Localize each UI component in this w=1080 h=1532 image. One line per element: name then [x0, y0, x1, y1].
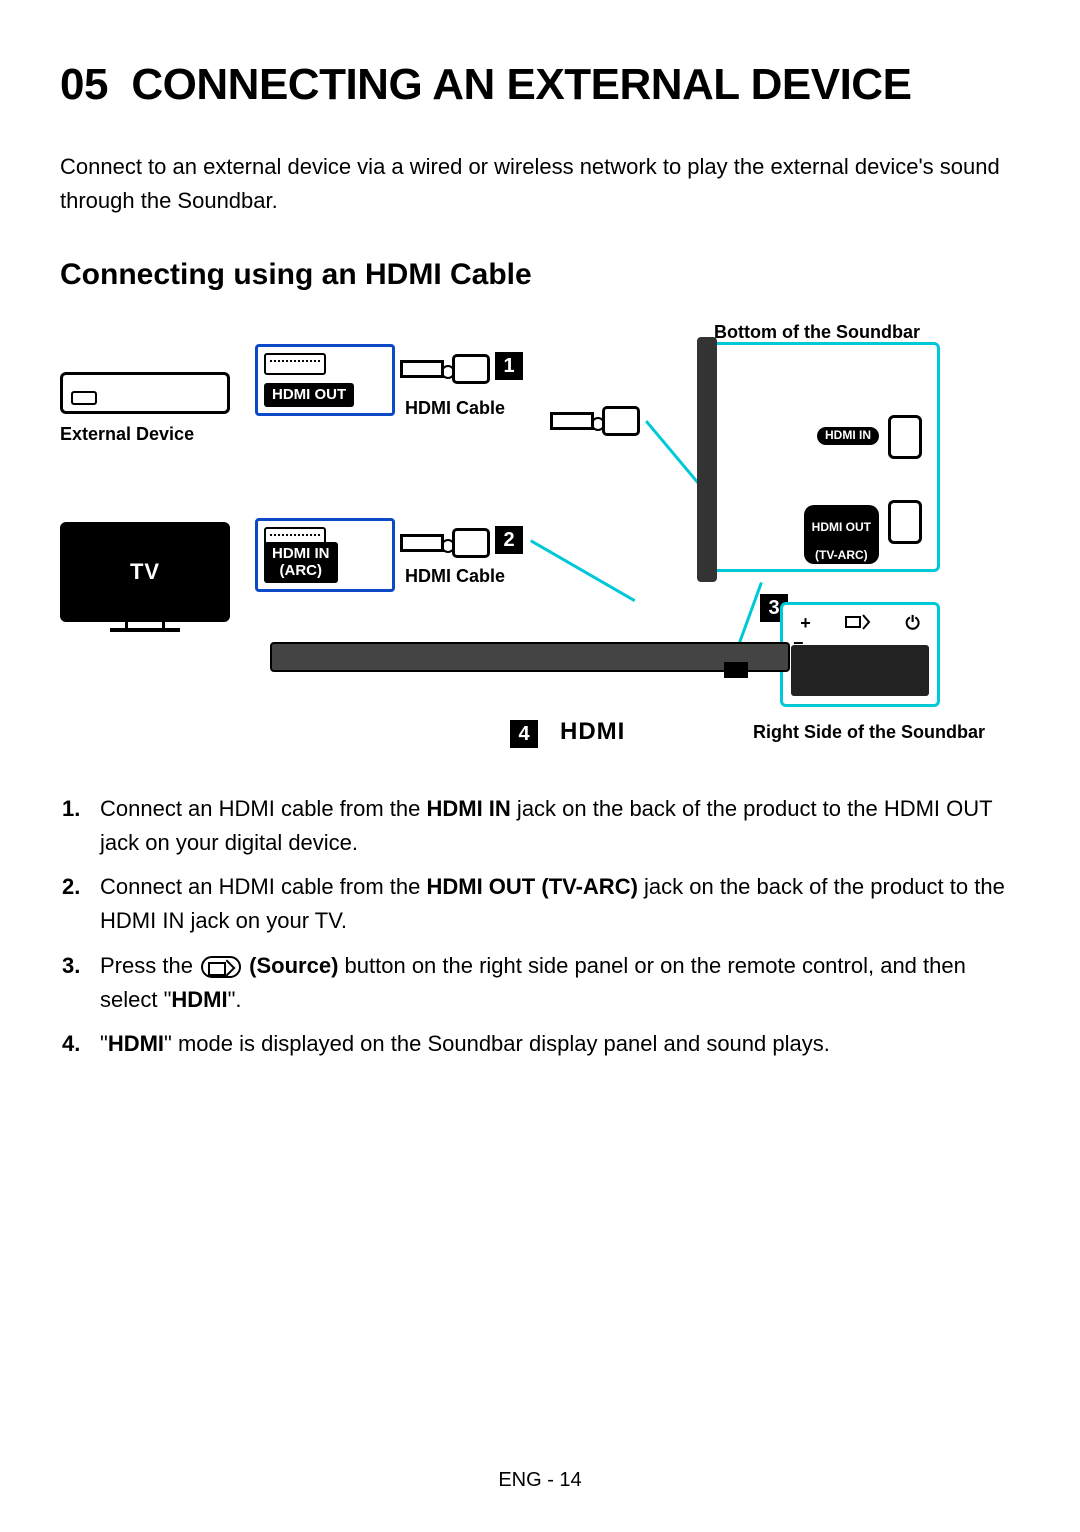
page-footer: ENG - 14 [0, 1469, 1080, 1492]
step-badge-4: 4 [510, 720, 538, 748]
step-2: Connect an HDMI cable from the HDMI OUT … [90, 870, 1020, 938]
hdmi-out-tvarc-port-label: HDMI OUT (TV-ARC) [804, 505, 879, 564]
soundbar-display-icon [724, 662, 748, 678]
soundbar-right-panel: + ⏻ − [780, 602, 940, 707]
hdmi-mode-label: HDMI [560, 718, 625, 746]
source-icon [845, 613, 871, 636]
step-badge-1: 1 [495, 352, 523, 380]
hdmi-plug-icon [264, 353, 326, 375]
hdmi-out-port-box: HDMI OUT [255, 344, 395, 416]
soundbar-body-icon [697, 337, 717, 582]
hdmi-cable-label-2: HDMI Cable [405, 566, 505, 587]
tv: TV [60, 522, 230, 632]
connection-line [736, 582, 763, 649]
section-title: Connecting using an HDMI Cable [60, 258, 1020, 292]
chapter-number: 05 [60, 60, 108, 109]
power-icon: ⏻ [906, 613, 920, 636]
hdmi-out-tvarc-port-icon [888, 500, 922, 544]
hdmi-connector-icon [400, 352, 490, 388]
soundbar-bottom-panel: HDMI IN HDMI OUT (TV-ARC) [710, 342, 940, 572]
external-device-icon [60, 372, 230, 414]
instruction-list: Connect an HDMI cable from the HDMI IN j… [60, 792, 1020, 1061]
soundbar-right-label: Right Side of the Soundbar [753, 722, 985, 743]
hdmi-in-arc-port-box: HDMI IN (ARC) [255, 518, 395, 592]
step-3: Press the (Source) button on the right s… [90, 949, 1020, 1017]
intro-paragraph: Connect to an external device via a wire… [60, 150, 1020, 218]
step-1: Connect an HDMI cable from the HDMI IN j… [90, 792, 1020, 860]
soundbar-side-body-icon [791, 645, 929, 696]
hdmi-in-arc-label: HDMI IN (ARC) [264, 542, 338, 583]
chapter-title-text: CONNECTING AN EXTERNAL DEVICE [131, 60, 911, 109]
external-device-label: External Device [60, 424, 250, 445]
hdmi-out-label: HDMI OUT [264, 383, 354, 408]
hdmi-in-port-label: HDMI IN [817, 427, 879, 445]
step-badge-2: 2 [495, 526, 523, 554]
hdmi-connector-icon [400, 526, 490, 562]
hdmi-in-port-icon [888, 415, 922, 459]
hdmi-cable-label-1: HDMI Cable [405, 398, 505, 419]
hdmi-connector-icon [550, 404, 640, 440]
connection-line [530, 540, 635, 603]
chapter-title: 05 CONNECTING AN EXTERNAL DEVICE [60, 60, 1020, 110]
step-4: "HDMI" mode is displayed on the Soundbar… [90, 1027, 1020, 1061]
side-button-row: + ⏻ [783, 613, 937, 636]
external-device: External Device [60, 372, 250, 445]
source-icon [201, 956, 241, 978]
tv-screen: TV [60, 522, 230, 622]
soundbar-bottom-label: Bottom of the Soundbar [714, 322, 920, 343]
soundbar-front-icon [270, 642, 790, 672]
tv-label: TV [130, 559, 160, 585]
connection-diagram: External Device TV HDMI OUT HDMI IN (ARC… [60, 322, 1000, 762]
tv-stand-icon [110, 622, 180, 632]
